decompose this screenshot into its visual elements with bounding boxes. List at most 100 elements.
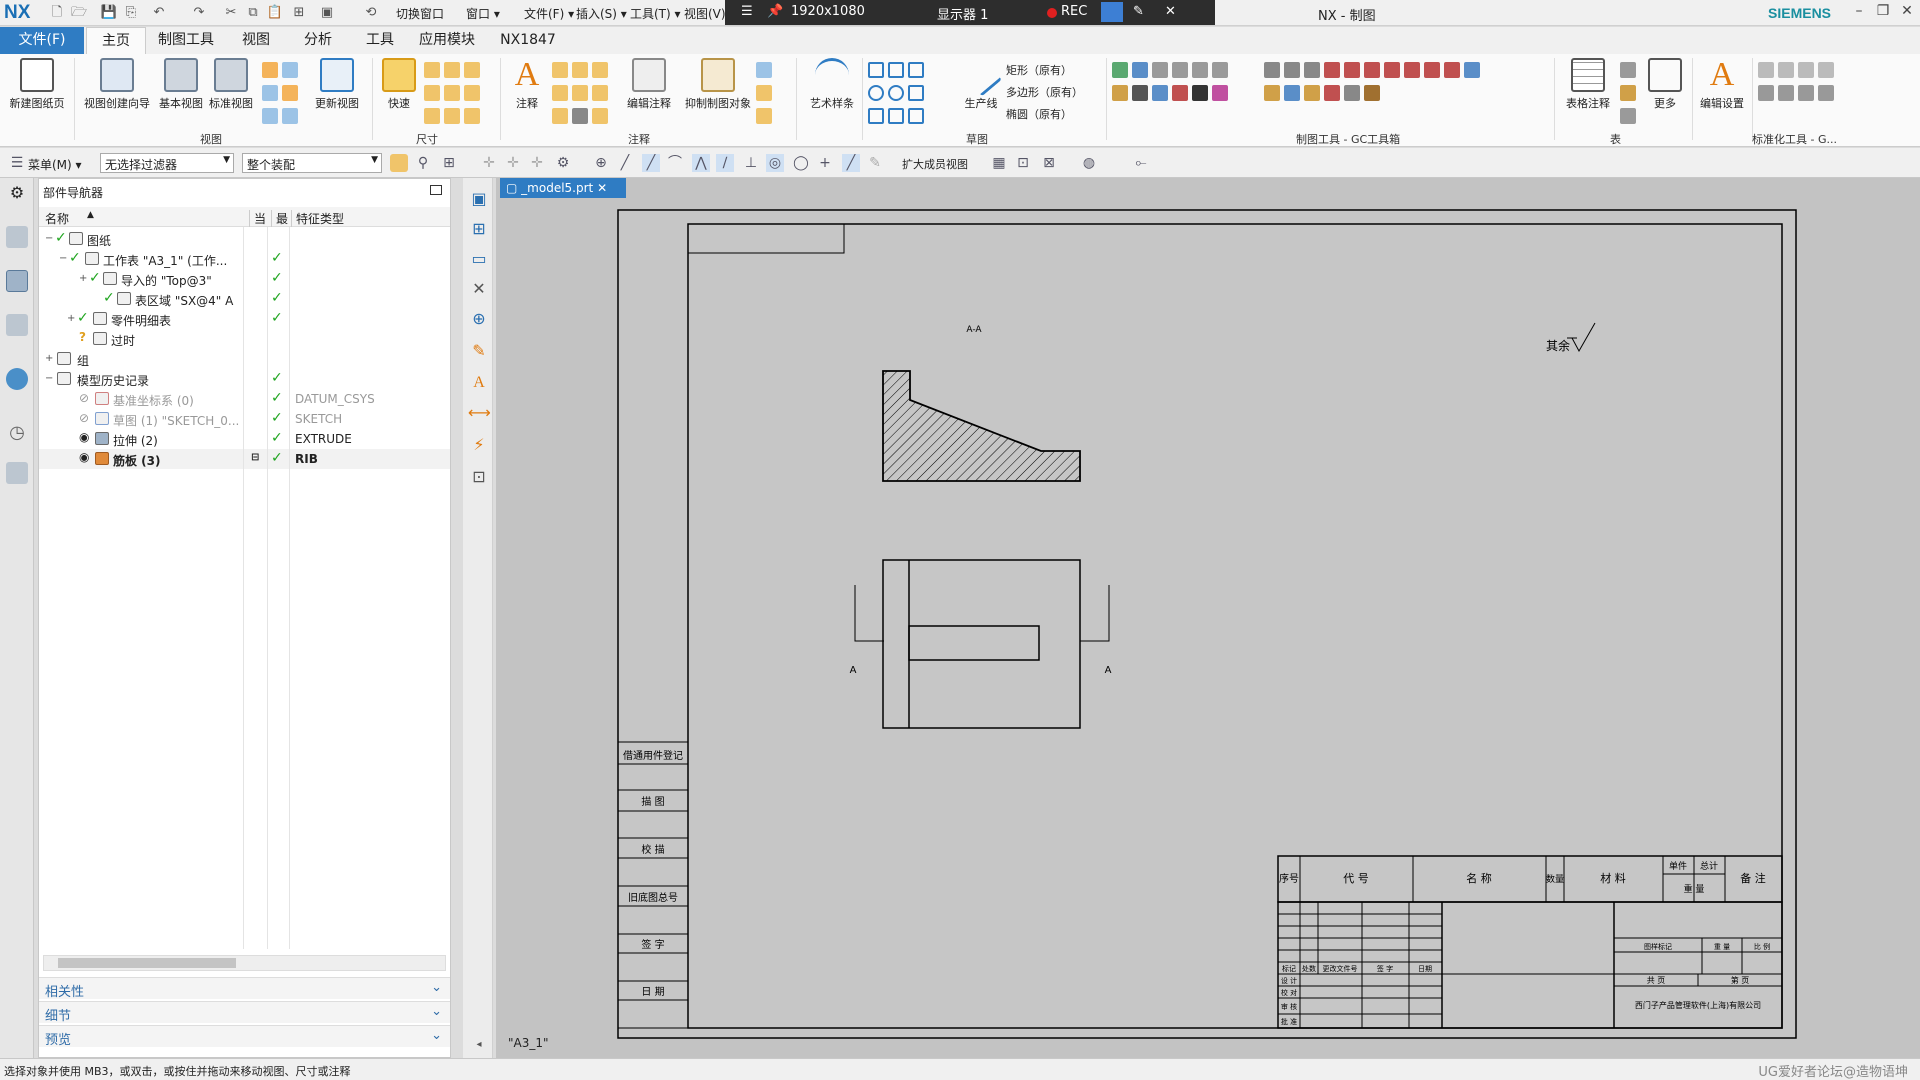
radial-dim-icon[interactable] xyxy=(444,62,460,78)
parts-list-icon[interactable] xyxy=(1620,62,1636,78)
view-boundary-icon[interactable] xyxy=(262,108,278,124)
check-icon[interactable]: ✓ xyxy=(77,310,89,326)
visible-eye-icon[interactable]: ◉ xyxy=(79,450,89,464)
collapse-bar-icon[interactable]: ◂ xyxy=(468,1034,490,1056)
add-view-icon[interactable]: ⊕ xyxy=(468,308,490,330)
close-recorder-icon[interactable]: ✕ xyxy=(1165,4,1176,19)
std-tool-1-icon[interactable] xyxy=(1758,62,1774,78)
pen-icon[interactable]: ✎ xyxy=(1133,4,1144,19)
rectangle-icon[interactable] xyxy=(888,62,904,78)
gc-tool-14-icon[interactable] xyxy=(1284,62,1300,78)
sort-ascending-icon[interactable]: ▲ xyxy=(87,210,94,220)
art-spline-button[interactable]: 艺术样条 xyxy=(802,58,862,132)
ellipse-legacy-button[interactable]: 椭圆（原有） xyxy=(1006,106,1072,122)
edit-settings-button[interactable]: A 编辑设置 xyxy=(1694,58,1750,132)
hole-table-icon[interactable] xyxy=(1620,108,1636,124)
view-tool-1-icon[interactable]: ▦ xyxy=(990,154,1008,172)
datum-icon[interactable] xyxy=(572,62,588,78)
column-name[interactable]: 名称 xyxy=(45,210,69,227)
paste-icon[interactable]: 📋 xyxy=(266,4,284,22)
gc-tool-21-icon[interactable] xyxy=(1424,62,1440,78)
snap-settings-icon[interactable]: ⚙ xyxy=(554,154,572,172)
feature-param-icon[interactable] xyxy=(464,108,480,124)
pattern-icon[interactable] xyxy=(756,108,772,124)
record-button[interactable]: REC xyxy=(1061,4,1087,19)
gc-tool-19-icon[interactable] xyxy=(1384,62,1400,78)
pencil-icon[interactable]: ✎ xyxy=(468,340,490,362)
snap-quadrant-icon[interactable]: ◎ xyxy=(766,154,784,172)
switch-window-button[interactable]: 切换窗口 xyxy=(396,5,444,22)
column-current[interactable]: 当 xyxy=(249,210,266,227)
area-fill-icon[interactable] xyxy=(756,85,772,101)
tree-row-drawing[interactable]: − ✓ 图纸 xyxy=(39,229,450,249)
tab-view[interactable]: 视图 xyxy=(228,27,284,54)
select-all-icon[interactable]: ⊞ xyxy=(440,154,458,172)
gc-tool-3-icon[interactable] xyxy=(1152,62,1168,78)
recorder-display[interactable]: 显示器 1 xyxy=(937,4,988,23)
view-align-icon[interactable] xyxy=(282,108,298,124)
assembly-navigator-icon[interactable] xyxy=(6,226,28,248)
profile-icon[interactable] xyxy=(868,62,884,78)
view-tool-icon[interactable]: ⊞ xyxy=(468,218,490,240)
panel-details[interactable]: 细节 ⌄ xyxy=(39,1001,450,1024)
std-tool-3-icon[interactable] xyxy=(1798,62,1814,78)
balloon-icon[interactable] xyxy=(592,62,608,78)
snap-tangent-icon[interactable]: ⊥ xyxy=(742,154,760,172)
gc-tool-5-icon[interactable] xyxy=(1192,62,1208,78)
panel-dependencies[interactable]: 相关性 ⌄ xyxy=(39,977,450,1000)
angular-dim-icon[interactable] xyxy=(464,62,480,78)
gc-tool-20-icon[interactable] xyxy=(1404,62,1420,78)
close-icon[interactable]: ✕ xyxy=(1896,3,1918,19)
check-icon[interactable]: ✓ xyxy=(89,270,101,286)
crosshatch-icon[interactable] xyxy=(552,108,568,124)
expand-icon[interactable]: + xyxy=(79,273,87,284)
settings-icon[interactable]: ⚙ xyxy=(6,182,28,204)
tree-row-outdated[interactable]: ? 过时 xyxy=(39,329,450,349)
gc-tool-17-icon[interactable] xyxy=(1344,62,1360,78)
chamfer-dim-icon[interactable] xyxy=(424,85,440,101)
gc-tool-29-icon[interactable] xyxy=(1364,85,1380,101)
snap-arc-center-icon[interactable]: ∕ xyxy=(716,154,734,172)
delete-icon[interactable]: ✕ xyxy=(468,278,490,300)
view-tool-4-icon[interactable]: ◍ xyxy=(1080,154,1098,172)
thickness-dim-icon[interactable] xyxy=(444,85,460,101)
view-tool-3-icon[interactable]: ⊠ xyxy=(1040,154,1058,172)
selection-filter-select[interactable]: 无选择过滤器 ▼ xyxy=(100,153,234,173)
tab-analysis[interactable]: 分析 xyxy=(290,27,346,54)
gc-tool-6-icon[interactable] xyxy=(1212,62,1228,78)
tree-row-table-region[interactable]: ✓ 表区域 "SX@4" A ✓ xyxy=(39,289,450,309)
gc-tool-12-icon[interactable] xyxy=(1212,85,1228,101)
tree-row-datum-csys[interactable]: ⊘ 基准坐标系 (0) ✓ DATUM_CSYS xyxy=(39,389,450,409)
check-icon[interactable]: ✓ xyxy=(69,250,81,266)
horizontal-scrollbar[interactable] xyxy=(43,955,446,971)
tree-row-sketch[interactable]: ⊘ 草图 (1) "SKETCH_0... ✓ SKETCH xyxy=(39,409,450,429)
tree-row-groups[interactable]: + 组 xyxy=(39,349,450,369)
save-all-icon[interactable]: ⎘ xyxy=(122,4,140,22)
update-view-button[interactable]: 更新视图 xyxy=(304,58,370,132)
std-tool-4-icon[interactable] xyxy=(1818,62,1834,78)
display-tool-icon[interactable]: ▭ xyxy=(468,248,490,270)
more-button[interactable]: 更多 xyxy=(1640,58,1690,132)
check-icon[interactable]: ✓ xyxy=(103,290,115,306)
menu-button[interactable]: 菜单(M) ▾ xyxy=(28,156,82,173)
snap-control-icon[interactable]: ⌒ xyxy=(666,154,684,172)
std-tool-7-icon[interactable] xyxy=(1798,85,1814,101)
frame-tool-icon[interactable]: ⊡ xyxy=(468,466,490,488)
gc-tool-22-icon[interactable] xyxy=(1444,62,1460,78)
filter-icon[interactable]: ⚲ xyxy=(414,154,432,172)
gc-tool-16-icon[interactable] xyxy=(1324,62,1340,78)
perimeter-dim-icon[interactable] xyxy=(424,108,440,124)
projected-view-icon[interactable] xyxy=(262,62,278,78)
insert-menu-button[interactable]: 插入(S) ▾ xyxy=(576,5,627,22)
tab-tools[interactable]: 工具 xyxy=(352,27,408,54)
open-file-icon[interactable]: 🗁 xyxy=(70,4,88,22)
gc-tool-2-icon[interactable] xyxy=(1132,62,1148,78)
constraint-navigator-icon[interactable] xyxy=(6,314,28,336)
hidden-eye-icon[interactable]: ⊘ xyxy=(79,391,89,405)
camera-icon[interactable] xyxy=(1101,2,1123,22)
snap-disabled-2-icon[interactable]: ✛ xyxy=(504,154,522,172)
tools-menu-button[interactable]: 工具(T) ▾ xyxy=(630,5,681,22)
snap-existing-icon[interactable]: + xyxy=(816,154,834,172)
measure-icon[interactable]: ⟜ xyxy=(1132,154,1150,172)
check-icon[interactable]: ✓ xyxy=(55,230,67,246)
